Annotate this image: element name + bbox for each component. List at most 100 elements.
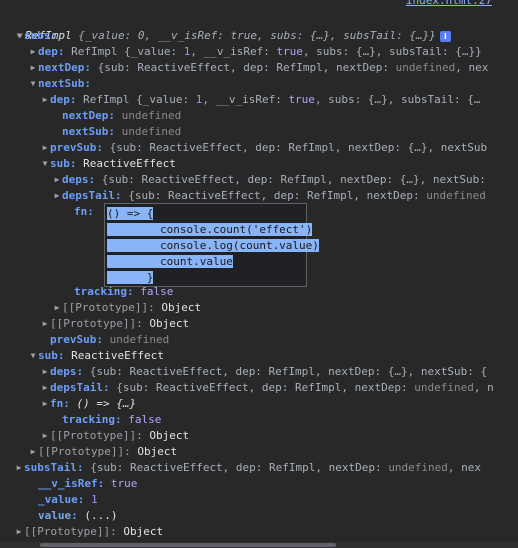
property-separator: : — [71, 509, 78, 522]
property-row[interactable]: ▶ [[Prototype]]: Object — [14, 524, 164, 540]
property-row[interactable]: ▶ prevSub: {sub: ReactiveEffect, dep: Ref… — [40, 140, 488, 156]
source-link[interactable]: index.html:27 — [406, 0, 492, 8]
property-value: () => {…} — [69, 397, 137, 410]
property-row[interactable]: ▼ nextSub: — [28, 76, 91, 92]
property-separator: : — [50, 29, 58, 42]
collapsed-triangle-icon[interactable]: ▶ — [40, 428, 50, 444]
property-separator: : — [108, 125, 115, 138]
property-row[interactable]: ▶ depsTail: {sub: ReactiveEffect, dep: Re… — [52, 188, 486, 204]
property-row[interactable]: ▶ subsTail: {sub: ReactiveEffect, dep: Re… — [14, 460, 481, 476]
property-value: undefined — [102, 333, 170, 346]
property-key: prevSub — [50, 141, 97, 154]
property-key: deps — [62, 173, 89, 186]
property-value: {sub: ReactiveEffect, dep: RefImpl, next… — [83, 365, 488, 378]
property-separator: : — [148, 301, 155, 314]
property-value: {sub: ReactiveEffect, dep: RefImpl, next… — [83, 461, 481, 474]
property-separator: : — [102, 381, 110, 394]
popover-line: count.value — [107, 255, 233, 268]
property-key: tracking — [62, 413, 115, 426]
property-key: depsTail — [50, 381, 103, 394]
property-row[interactable]: ▶ [[Prototype]]: Object — [40, 428, 190, 444]
collapsed-triangle-icon[interactable]: ▶ — [52, 300, 62, 316]
root-object-row[interactable]: ▼ RefImpl {_value: 0, __v_isRef: true, su… — [2, 12, 451, 42]
property-value: 1 — [84, 493, 98, 506]
property-value: false — [121, 413, 162, 426]
property-value: undefined — [114, 125, 182, 138]
root-preview: {_value: 0, __v_isRef: true, subs: {…}, … — [78, 29, 436, 42]
property-row[interactable]: ▶ nextDep: {sub: ReactiveEffect, dep: Ref… — [28, 60, 489, 76]
property-key: sub — [38, 349, 58, 362]
property-key: subs — [24, 29, 51, 42]
popover-line: console.count('effect') — [107, 223, 313, 236]
collapsed-triangle-icon[interactable]: ▶ — [40, 140, 50, 156]
property-row[interactable]: ▶ dep: RefImpl {_value: 1, __v_isRef: tru… — [40, 92, 481, 108]
collapsed-triangle-icon[interactable]: ▶ — [40, 364, 50, 380]
expanded-triangle-icon[interactable]: ▼ — [14, 28, 24, 44]
property-row[interactable]: tracking: false — [52, 412, 161, 428]
property-value: true — [104, 477, 138, 490]
property-row[interactable]: ▼ sub: ReactiveEffect — [40, 156, 176, 172]
property-row[interactable]: ▶ [[Prototype]]: Object — [40, 316, 190, 332]
collapsed-triangle-icon[interactable]: ▶ — [28, 444, 38, 460]
property-row[interactable]: ▶ [[Prototype]]: Object — [52, 300, 202, 316]
property-row[interactable]: nextSub: undefined — [52, 124, 181, 140]
property-row[interactable]: ▶ fn: () => {…} — [40, 396, 137, 412]
property-value: ReactiveEffect — [64, 349, 164, 362]
property-value: Object — [116, 525, 164, 538]
property-row[interactable]: nextDep: undefined — [52, 108, 181, 124]
property-key: nextSub — [62, 125, 109, 138]
expanded-triangle-icon[interactable]: ▼ — [40, 156, 50, 172]
property-row[interactable]: ▶ depsTail: {sub: ReactiveEffect, dep: Re… — [40, 380, 494, 396]
collapsed-triangle-icon[interactable]: ▶ — [28, 44, 38, 60]
property-row[interactable]: __v_isRef: true — [28, 476, 137, 492]
property-key: __v_isRef — [38, 477, 98, 490]
property-separator: : — [87, 205, 94, 218]
property-row[interactable]: ▶ deps: {sub: ReactiveEffect, dep: RefImp… — [52, 172, 486, 188]
collapsed-triangle-icon[interactable]: ▶ — [40, 380, 50, 396]
property-row[interactable]: _value: 1 — [28, 492, 98, 508]
property-key: prevSub — [50, 333, 97, 346]
property-key: nextDep — [62, 109, 109, 122]
function-source-popover: () => { console.count('effect') console.… — [104, 203, 319, 287]
property-row[interactable]: value: (...) — [28, 508, 118, 524]
popover-line: () => { — [107, 207, 154, 220]
property-separator: : — [63, 397, 70, 410]
property-key: [[Prototype]] — [24, 525, 111, 538]
collapsed-triangle-icon[interactable]: ▶ — [52, 188, 62, 204]
property-key: dep — [50, 93, 70, 106]
scrollbar-thumb[interactable] — [40, 543, 336, 547]
property-row[interactable]: fn: — [64, 204, 94, 220]
popover-line: } — [107, 271, 154, 284]
property-separator: : — [96, 333, 103, 346]
property-separator: : — [136, 317, 143, 330]
property-key: fn — [50, 397, 64, 410]
property-row[interactable]: ▼ subs: — [14, 28, 58, 44]
collapsed-triangle-icon[interactable]: ▶ — [14, 460, 24, 476]
property-key: [[Prototype]] — [38, 445, 125, 458]
expanded-triangle-icon[interactable]: ▼ — [28, 348, 38, 364]
info-icon[interactable]: i — [439, 30, 451, 42]
horizontal-scrollbar[interactable] — [0, 542, 518, 548]
popover-line: console.log(count.value) — [107, 239, 319, 252]
property-key: fn — [74, 205, 88, 218]
property-row[interactable]: ▶ dep: RefImpl {_value: 1, __v_isRef: tru… — [28, 44, 482, 60]
property-row[interactable]: ▶ [[Prototype]]: Object — [28, 444, 178, 460]
property-key: nextSub — [38, 77, 85, 90]
collapsed-triangle-icon[interactable]: ▶ — [52, 172, 62, 188]
collapsed-triangle-icon[interactable]: ▶ — [28, 60, 38, 76]
property-row[interactable]: ▶ deps: {sub: ReactiveEffect, dep: RefImp… — [40, 364, 488, 380]
property-key: [[Prototype]] — [50, 429, 137, 442]
collapsed-triangle-icon[interactable]: ▶ — [14, 524, 24, 540]
collapsed-triangle-icon[interactable]: ▶ — [40, 396, 50, 412]
property-value: (...) — [77, 509, 118, 522]
property-separator: : — [76, 461, 84, 474]
expanded-triangle-icon[interactable]: ▼ — [28, 76, 38, 92]
collapsed-triangle-icon[interactable]: ▶ — [40, 316, 50, 332]
property-value: {sub: ReactiveEffect, dep: RefImpl, next… — [102, 141, 488, 154]
property-row[interactable]: ▼ sub: ReactiveEffect — [28, 348, 164, 364]
property-row[interactable]: prevSub: undefined — [40, 332, 169, 348]
property-value: Object — [142, 317, 190, 330]
property-key: value — [38, 509, 72, 522]
collapsed-triangle-icon[interactable]: ▶ — [40, 92, 50, 108]
property-key: deps — [50, 365, 77, 378]
